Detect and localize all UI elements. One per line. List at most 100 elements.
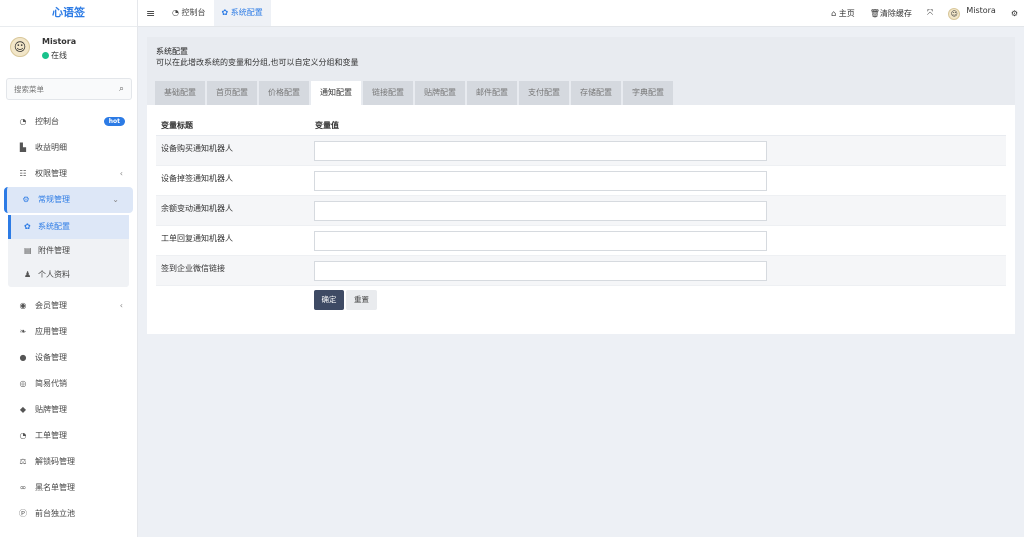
cogs-icon: ⚙ [1010, 8, 1018, 18]
submenu-item[interactable]: ▤ 附件管理 [8, 239, 129, 263]
submenu-item[interactable]: ✿ 系统配置 [8, 215, 129, 239]
settings-button[interactable]: ⚙ [1011, 9, 1018, 18]
gear-icon: ✿ [221, 8, 229, 17]
circle-icon: ● [19, 353, 27, 362]
reset-button[interactable]: 重置 [346, 290, 377, 310]
avatar: ☺ [10, 37, 30, 57]
sidebar-item-label: 收益明细 [35, 143, 67, 152]
column-header-value: 变量值 [315, 121, 339, 130]
file-image-icon: ▤ [24, 246, 32, 255]
page-title: 系统配置 [156, 47, 188, 56]
users-icon: ☷ [19, 169, 27, 178]
variable-value-input[interactable] [314, 231, 767, 251]
sidebar-item[interactable]: ❧ 应用管理 [0, 319, 137, 345]
sidebar-item[interactable]: ☷ 权限管理 ‹ [0, 161, 137, 187]
parking-icon: Ⓟ [19, 509, 27, 518]
menu-search: ⌕ [6, 78, 132, 100]
balance-icon: ⚖ [19, 457, 27, 466]
topbar-tab[interactable]: ✿ 系统配置 [213, 0, 271, 26]
glasses-icon: ∞ [19, 483, 27, 492]
topbar-tabs: ≡ ◔ 控制台 ✿ 系统配置 [146, 0, 271, 26]
sidebar-item-label: 前台独立池 [35, 509, 75, 518]
config-tab[interactable]: 贴牌配置 [415, 81, 465, 105]
table-row: 余额变动通知机器人 [156, 196, 1006, 226]
home-icon: ⌂ [831, 8, 837, 18]
table-header: 变量标题 变量值 [156, 115, 1006, 136]
sidebar-item-label: 控制台 [35, 117, 59, 126]
page-subtitle: 可以在此增改系统的变量和分组,也可以自定义分组和变量 [156, 58, 359, 67]
config-tab[interactable]: 支付配置 [519, 81, 569, 105]
sidebar-item-label: 应用管理 [35, 327, 67, 336]
config-tab[interactable]: 价格配置 [259, 81, 309, 105]
user-menu[interactable]: ☺ Mistora [948, 6, 996, 20]
sidebar-item[interactable]: Ⓟ 前台独立池 [0, 501, 137, 527]
sidebar-item-label: 权限管理 [35, 169, 67, 178]
brand-logo[interactable]: 心语签 [0, 0, 137, 27]
clear-cache-button[interactable]: 🗑清除缓存 [870, 8, 912, 19]
topbar-tab[interactable]: ◔ 控制台 [164, 0, 214, 26]
column-header-title: 变量标题 [161, 121, 193, 130]
dashboard-icon: ◔ [172, 8, 179, 17]
avatar: ☺ [948, 8, 961, 20]
variable-value-input[interactable] [314, 261, 767, 281]
sidebar-item-label: 简易代销 [35, 379, 67, 388]
submit-button[interactable]: 确定 [314, 290, 344, 310]
variable-title: 余额变动通知机器人 [161, 204, 233, 213]
submenu-item[interactable]: ♟ 个人资料 [8, 263, 129, 287]
cogs-icon: ⚙ [22, 195, 30, 204]
config-tab[interactable]: 首页配置 [207, 81, 257, 105]
search-input[interactable] [7, 79, 107, 99]
table-row: 设备购买通知机器人 [156, 136, 1006, 166]
gear-icon: ✿ [24, 222, 31, 231]
sidebar-item[interactable]: ● 设备管理 [0, 345, 137, 371]
sidebar-item[interactable]: ◆ 贴牌管理 [0, 397, 137, 423]
variable-value-input[interactable] [314, 201, 767, 221]
config-table: 变量标题 变量值 设备购买通知机器人 设备掉签通知机器人 余额变动通知机器人 工单回复… [156, 115, 1006, 286]
sidebar-item[interactable]: ▙ 收益明细 [0, 135, 137, 161]
search-icon[interactable]: ⌕ [119, 84, 124, 94]
online-dot-icon [42, 52, 49, 59]
hot-badge: hot [103, 117, 125, 126]
user-status: 在线 [42, 50, 67, 61]
sidebar-item[interactable]: ∞ 黑名单管理 [0, 475, 137, 501]
config-tab[interactable]: 基础配置 [155, 81, 205, 105]
fullscreen-button[interactable]: ⤧ [927, 8, 933, 18]
panel-header: 系统配置 可以在此增改系统的变量和分组,也可以自定义分组和变量 基础配置 首页配置… [147, 37, 1015, 105]
config-panel: 系统配置 可以在此增改系统的变量和分组,也可以自定义分组和变量 基础配置 首页配置… [147, 37, 1015, 334]
home-link[interactable]: ⌂ 主页 [831, 8, 855, 19]
fullscreen-icon: ⤧ [926, 8, 934, 17]
variable-title: 签到企业微信链接 [161, 264, 225, 273]
shop-icon: ◎ [19, 379, 27, 388]
sidebar-item-label: 贴牌管理 [35, 405, 67, 414]
sidebar-item[interactable]: ◔ 工单管理 [0, 423, 137, 449]
table-row: 工单回复通知机器人 [156, 226, 1006, 256]
submenu: ✿ 系统配置 ▤ 附件管理 ♟ 个人资料 [8, 215, 129, 287]
tags-icon: ◆ [19, 405, 27, 414]
chevron-left-icon: ‹ [119, 169, 123, 178]
topbar-username: Mistora [966, 6, 996, 15]
menu-toggle-icon[interactable]: ≡ [146, 7, 164, 20]
config-tab[interactable]: 邮件配置 [467, 81, 517, 105]
ticket-icon: ◔ [19, 431, 27, 440]
submenu-item-label: 个人资料 [38, 270, 70, 279]
home-label: 主页 [838, 8, 855, 18]
config-tab[interactable]: 通知配置 [311, 81, 361, 105]
sidebar-item-label: 黑名单管理 [35, 483, 75, 492]
config-tab[interactable]: 链接配置 [363, 81, 413, 105]
user-name: Mistora [42, 37, 77, 46]
topbar: ≡ ◔ 控制台 ✿ 系统配置 ⌂ 主页 🗑清除缓存 ⤧ ☺ Mistora ⚙ [138, 0, 1024, 27]
chevron-down-icon: ⌄ [112, 195, 119, 204]
config-tab[interactable]: 字典配置 [623, 81, 673, 105]
sidebar-item[interactable]: ◉ 会员管理 ‹ [0, 293, 137, 319]
sidebar-item[interactable]: ⚙ 常规管理 ⌄ [4, 187, 133, 213]
variable-value-input[interactable] [314, 141, 767, 161]
sidebar-item[interactable]: ◎ 简易代销 [0, 371, 137, 397]
bar-chart-icon: ▙ [19, 143, 27, 152]
variable-value-input[interactable] [314, 171, 767, 191]
sidebar-item[interactable]: ◔ 控制台 hot [0, 109, 137, 135]
sidebar-item[interactable]: ⚖ 解锁码管理 [0, 449, 137, 475]
variable-title: 工单回复通知机器人 [161, 234, 233, 243]
topbar-tab-label: 系统配置 [230, 8, 263, 17]
config-tab[interactable]: 存储配置 [571, 81, 621, 105]
topbar-actions: ⌂ 主页 🗑清除缓存 ⤧ ☺ Mistora ⚙ [816, 0, 1018, 26]
